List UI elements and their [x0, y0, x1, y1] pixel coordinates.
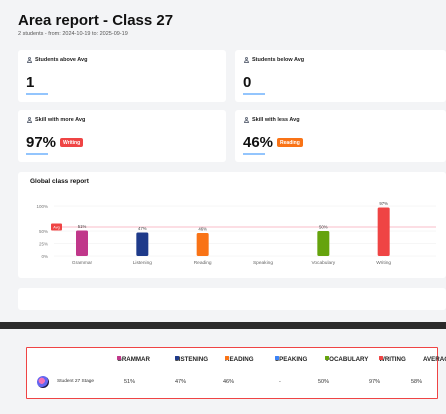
bar-chart: 100% 50% 25% 0% Avg 51% Grammar 47% Listening 46%…: [36, 201, 436, 266]
card-value: 1: [26, 74, 35, 91]
skill-badge: Writing: [60, 138, 84, 147]
bar-data-label: 97%: [379, 201, 388, 206]
bar-data-label: 50%: [319, 225, 328, 230]
x-tick-label: Reading: [194, 260, 212, 266]
x-tick-label: Writing: [376, 260, 391, 266]
empty-card: [18, 288, 446, 310]
x-tick-label: Vocabulary: [311, 260, 335, 266]
person-icon: [26, 117, 32, 123]
column-header-label: READING: [225, 356, 254, 363]
table-cell: 50%: [318, 379, 330, 385]
section-divider: [0, 322, 446, 329]
skill-less-avg-card: Skill with less Avg 46% Reading: [235, 110, 446, 162]
card-value: 97% Writing: [26, 134, 84, 151]
table-cell: 51%: [124, 379, 136, 385]
person-icon: [243, 57, 249, 63]
column-header-grammar[interactable]: GRAMMAR: [117, 356, 150, 363]
legend-square-icon: [225, 356, 229, 360]
x-tick-label: Speaking: [253, 260, 273, 266]
column-header-vocabulary[interactable]: VOCABULARY: [325, 356, 368, 363]
x-tick-label: Grammar: [72, 260, 93, 266]
card-label: Students below Avg: [252, 57, 305, 63]
column-header-label: SPEAKING: [275, 356, 308, 363]
legend-square-icon: [175, 356, 179, 360]
bar: [196, 233, 209, 256]
column-header-label: GRAMMAR: [117, 356, 150, 363]
column-header-average[interactable]: AVERAGE: [423, 356, 446, 363]
y-tick-label: 50%: [39, 229, 48, 234]
student-table-section: GRAMMAR LISTENING READING SPEAKING VOCABULAR…: [0, 329, 446, 414]
page-subtitle: 2 students - from: 2024-10-19 to: 2025-0…: [18, 31, 128, 37]
card-label: Students above Avg: [35, 57, 88, 63]
bar-data-label: 47%: [138, 226, 147, 231]
person-icon: [243, 117, 249, 123]
column-header-label: WRITING: [379, 356, 406, 363]
table-cell: 97%: [369, 379, 381, 385]
column-header-writing[interactable]: WRITING: [379, 356, 406, 363]
legend-square-icon: [117, 356, 121, 360]
card-underline: [243, 153, 265, 155]
student-name: Student 27 Stage: [57, 379, 95, 384]
students-below-avg-card: Students below Avg 0: [235, 50, 446, 102]
skill-more-avg-card: Skill with more Avg 97% Writing: [18, 110, 226, 162]
y-tick-label: 100%: [36, 204, 48, 209]
bar-data-label: 46%: [198, 227, 207, 232]
table-cell: -: [279, 379, 281, 385]
report-panel: Area report - Class 27 2 students - from…: [0, 0, 446, 320]
card-value: 46% Reading: [243, 134, 303, 151]
table-cell: 58%: [411, 379, 423, 385]
column-header-label: AVERAGE: [423, 356, 446, 363]
card-underline: [26, 93, 48, 95]
y-tick-label: 25%: [39, 242, 48, 247]
bar: [317, 231, 330, 256]
table-row[interactable]: Student 27 Stage 51% 47% 46% - 50% 97% 58%: [27, 376, 437, 390]
student-results-table: GRAMMAR LISTENING READING SPEAKING VOCABULAR…: [26, 347, 446, 399]
legend-square-icon: [275, 356, 279, 360]
column-header-reading[interactable]: READING: [225, 356, 254, 363]
page-title: Area report - Class 27: [18, 12, 174, 29]
card-label: Skill with more Avg: [35, 117, 86, 123]
table-header: GRAMMAR LISTENING READING SPEAKING VOCABULAR…: [27, 356, 446, 366]
table-cell: 46%: [223, 379, 235, 385]
avatar: [37, 376, 49, 388]
person-icon: [26, 57, 32, 63]
bar: [377, 207, 390, 256]
card-label: Skill with less Avg: [252, 117, 300, 123]
global-class-report-card: Global class report 100% 50% 25% 0% Avg 51% Gr…: [18, 172, 446, 278]
column-header-label: LISTENING: [175, 356, 209, 363]
card-underline: [26, 153, 48, 155]
avg-tag-label: Avg: [53, 226, 59, 230]
students-above-avg-card: Students above Avg 1: [18, 50, 226, 102]
legend-square-icon: [325, 356, 329, 360]
table-cell: 47%: [175, 379, 187, 385]
skill-badge: Reading: [277, 138, 303, 147]
legend-square-icon: [379, 356, 383, 360]
bar: [136, 232, 149, 256]
x-tick-label: Listening: [133, 260, 153, 266]
column-header-listening[interactable]: LISTENING: [175, 356, 208, 363]
bar-data-label: 51%: [78, 224, 87, 229]
column-header-speaking[interactable]: SPEAKING: [275, 356, 307, 363]
card-underline: [243, 93, 265, 95]
bar: [76, 230, 88, 256]
y-tick-label: 0%: [41, 254, 48, 259]
column-header-label: VOCABULARY: [325, 356, 369, 363]
card-value: 0: [243, 74, 252, 91]
